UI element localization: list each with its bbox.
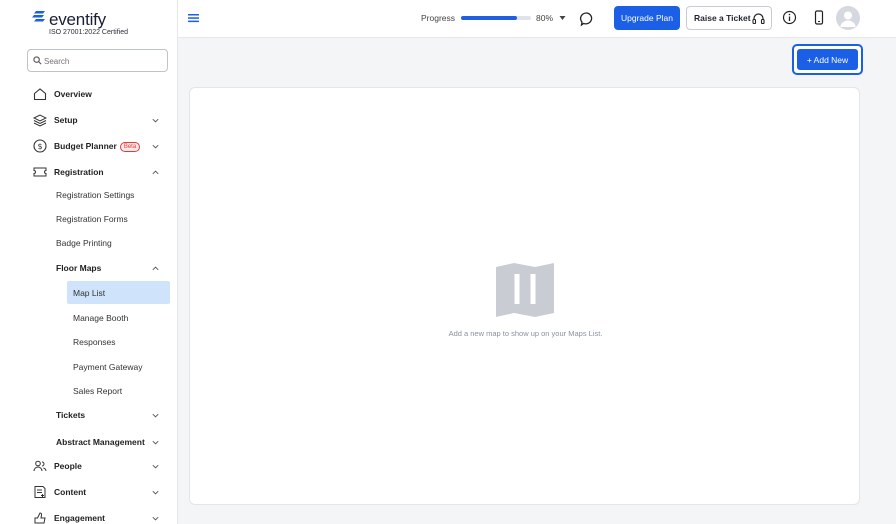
chevron-down-icon bbox=[152, 440, 159, 445]
add-new-focus-ring: + Add New bbox=[792, 44, 863, 75]
chevron-down-icon bbox=[152, 118, 159, 123]
sidebar-item-responses[interactable]: Responses bbox=[0, 332, 177, 354]
svg-text:$: $ bbox=[37, 142, 42, 151]
sidebar-item-badge-printing[interactable]: Badge Printing bbox=[0, 233, 177, 255]
sidebar-item-setup[interactable]: Setup bbox=[0, 110, 177, 132]
maps-list-card: Add a new map to show up on your Maps Li… bbox=[189, 87, 860, 505]
sidebar: eventify ISO 27001:2022 Certified Overvi… bbox=[0, 0, 178, 524]
sidebar-item-label: Floor Maps bbox=[56, 263, 102, 273]
progress-value: 80% bbox=[536, 13, 554, 23]
brand[interactable]: eventify ISO 27001:2022 Certified bbox=[12, 6, 172, 40]
chevron-down-icon bbox=[152, 516, 159, 521]
progress-bar bbox=[461, 16, 531, 20]
headset-icon bbox=[752, 13, 765, 25]
progress-bar-fill bbox=[461, 16, 517, 20]
sidebar-item-people[interactable]: People bbox=[0, 456, 177, 478]
sidebar-item-engagement[interactable]: Engagement bbox=[0, 508, 177, 524]
sidebar-item-floor-maps[interactable]: Floor Maps bbox=[0, 258, 177, 280]
progress-label: Progress bbox=[421, 13, 456, 23]
sidebar-item-label: Manage Booth bbox=[73, 313, 129, 323]
raise-ticket-button[interactable]: Raise a Ticket bbox=[686, 6, 772, 30]
sidebar-item-payment-gateway[interactable]: Payment Gateway bbox=[0, 357, 177, 379]
sidebar-item-budget-planner[interactable]: $ Budget Planner Beta bbox=[0, 136, 177, 158]
sidebar-item-label: Content bbox=[54, 487, 87, 497]
budget-planner-label: Budget Planner bbox=[54, 141, 117, 151]
avatar[interactable] bbox=[836, 6, 860, 30]
caret-down-icon[interactable] bbox=[559, 15, 566, 21]
home-icon bbox=[33, 88, 47, 101]
add-new-button[interactable]: + Add New bbox=[797, 49, 858, 70]
sidebar-item-label: Overview bbox=[54, 89, 92, 99]
sidebar-item-label: Setup bbox=[54, 115, 78, 125]
chevron-down-icon bbox=[152, 144, 159, 149]
sidebar-item-registration-forms[interactable]: Registration Forms bbox=[0, 209, 177, 231]
sidebar-item-label: Tickets bbox=[56, 410, 86, 420]
sidebar-item-label: Map List bbox=[73, 288, 106, 298]
people-icon bbox=[33, 460, 47, 472]
sidebar-item-label: Engagement bbox=[54, 513, 106, 523]
avatar-icon bbox=[840, 11, 856, 27]
ticket-icon bbox=[33, 167, 47, 177]
search-icon bbox=[33, 56, 42, 65]
search-input[interactable] bbox=[44, 53, 162, 69]
menu-icon[interactable] bbox=[188, 13, 199, 23]
chat-icon[interactable] bbox=[578, 10, 596, 28]
sidebar-item-label: People bbox=[54, 461, 82, 471]
sidebar-item-registration[interactable]: Registration bbox=[0, 162, 177, 184]
upgrade-plan-button[interactable]: Upgrade Plan bbox=[614, 6, 680, 30]
sidebar-item-overview[interactable]: Overview bbox=[0, 84, 177, 106]
chevron-up-icon bbox=[152, 266, 159, 271]
info-icon[interactable] bbox=[782, 10, 797, 25]
brand-name: eventify bbox=[49, 10, 106, 29]
dollar-icon: $ bbox=[33, 139, 47, 153]
sidebar-item-abstract-management[interactable]: Abstract Management bbox=[0, 432, 177, 454]
sidebar-item-label: Registration Forms bbox=[56, 214, 128, 224]
sidebar-item-label: Sales Report bbox=[73, 386, 123, 396]
engagement-icon bbox=[34, 512, 46, 524]
eventify-logo-icon bbox=[32, 11, 45, 22]
sidebar-item-label: Badge Printing bbox=[56, 238, 112, 248]
sidebar-item-label: Abstract Management bbox=[56, 437, 145, 447]
phone-icon[interactable] bbox=[814, 10, 824, 25]
chevron-down-icon bbox=[152, 413, 159, 418]
layers-icon bbox=[33, 114, 47, 127]
beta-badge: Beta bbox=[119, 142, 141, 152]
sidebar-item-content[interactable]: Content bbox=[0, 482, 177, 504]
sidebar-item-label: Registration Settings bbox=[56, 190, 135, 200]
sidebar-item-manage-booth[interactable]: Manage Booth bbox=[0, 308, 177, 330]
brand-certification: ISO 27001:2022 Certified bbox=[49, 29, 128, 36]
search-box[interactable] bbox=[27, 49, 168, 72]
chevron-down-icon bbox=[152, 490, 159, 495]
sidebar-item-map-list[interactable]: Map List bbox=[0, 283, 177, 305]
sidebar-item-label: Payment Gateway bbox=[73, 362, 143, 372]
chevron-down-icon bbox=[152, 464, 159, 469]
map-icon bbox=[496, 263, 554, 317]
content-icon bbox=[34, 486, 46, 498]
sidebar-item-tickets[interactable]: Tickets bbox=[0, 405, 177, 427]
sidebar-item-label: Budget Planner Beta bbox=[54, 141, 141, 152]
sidebar-item-registration-settings[interactable]: Registration Settings bbox=[0, 185, 177, 207]
empty-state-message: Add a new map to show up on your Maps Li… bbox=[448, 329, 603, 338]
raise-ticket-label: Raise a Ticket bbox=[694, 13, 751, 23]
sidebar-item-label: Responses bbox=[73, 337, 116, 347]
sidebar-item-sales-report[interactable]: Sales Report bbox=[0, 381, 177, 403]
chevron-up-icon bbox=[152, 170, 159, 175]
sidebar-item-label: Registration bbox=[54, 167, 104, 177]
top-bar: Progress 80% Upgrade Plan Raise a Ticket bbox=[178, 0, 896, 38]
